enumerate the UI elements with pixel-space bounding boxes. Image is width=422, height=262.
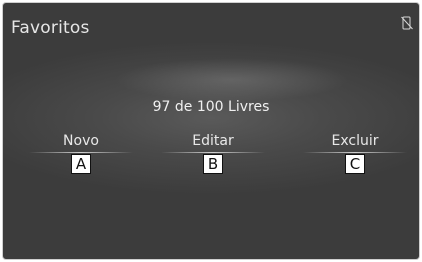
- edit-button-underline: [161, 152, 265, 153]
- callout-b: B: [203, 154, 223, 174]
- delete-button-label: Excluir: [331, 133, 379, 149]
- edit-button[interactable]: Editar B: [153, 132, 273, 174]
- new-button-underline: [29, 152, 133, 153]
- callout-c: C: [345, 154, 365, 174]
- delete-button-underline: [303, 152, 407, 153]
- edit-button-label: Editar: [192, 133, 234, 149]
- phone-no-signal-icon: [401, 16, 413, 30]
- favorites-screen: Favoritos 97 de 100 Livres Novo A Editar…: [2, 2, 420, 260]
- callout-a: A: [71, 154, 91, 174]
- page-title: Favoritos: [11, 18, 90, 38]
- free-slots-status: 97 de 100 Livres: [152, 99, 270, 115]
- new-button[interactable]: Novo A: [21, 132, 141, 174]
- delete-button[interactable]: Excluir C: [295, 132, 415, 174]
- new-button-label: Novo: [63, 133, 99, 149]
